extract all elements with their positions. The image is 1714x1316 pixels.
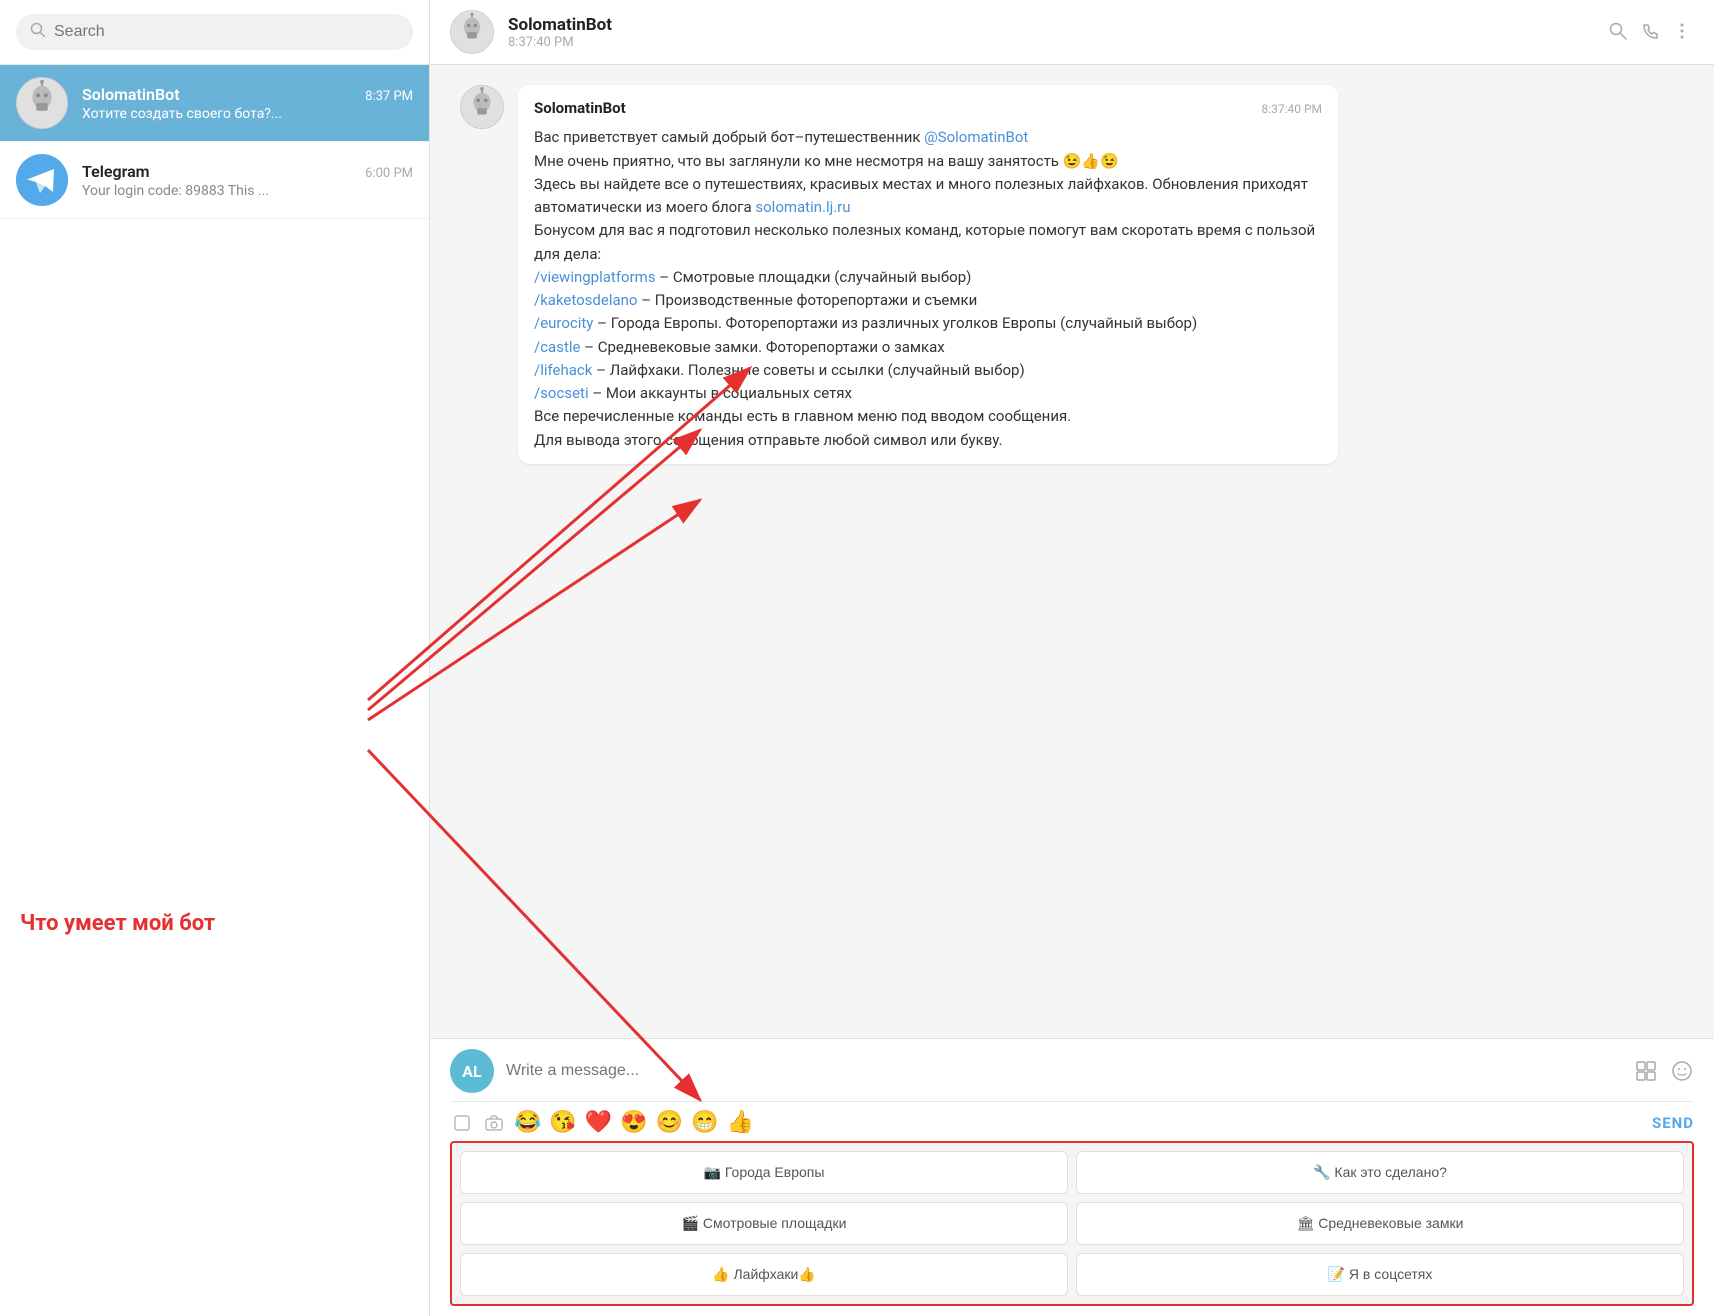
message-sender: SolomatinBot xyxy=(534,97,626,120)
link-solomatinbot[interactable]: @SolomatinBot xyxy=(924,128,1028,146)
chat-header-info: SolomatinBot 8:37:40 PM xyxy=(508,15,612,50)
chat-header-avatar xyxy=(450,10,494,54)
chat-header-actions xyxy=(1608,21,1694,43)
send-button[interactable]: SEND xyxy=(1652,1114,1694,1132)
emoji-kiss[interactable]: 😘 xyxy=(549,1110,576,1135)
message-text: Вас приветствует самый добрый бот–путеше… xyxy=(534,126,1322,452)
keyboard-btn-castle[interactable]: 🏛 Средневековые замки xyxy=(1076,1202,1684,1245)
link-socseti[interactable]: /socseti xyxy=(534,384,589,402)
chat-header-name: SolomatinBot xyxy=(508,15,612,35)
link-castle[interactable]: /castle xyxy=(534,338,580,356)
search-input-wrap[interactable] xyxy=(16,14,413,50)
emoji-love-eyes[interactable]: 😍 xyxy=(620,1110,647,1135)
link-viewingplatforms[interactable]: /viewingplatforms xyxy=(534,268,656,286)
messages-area: SolomatinBot 8:37:40 PM Вас приветствует… xyxy=(430,65,1714,1038)
user-avatar-input: AL xyxy=(450,1049,494,1093)
chat-name-solomatinbot: SolomatinBot xyxy=(82,85,180,104)
keyboard-btn-socseti[interactable]: 📝 Я в соцсетях xyxy=(1076,1253,1684,1296)
chat-preview-solomatinbot: Хотите создать своего бота?... xyxy=(82,106,413,122)
emoji-icon[interactable] xyxy=(1670,1059,1694,1083)
emoji-heart[interactable]: ❤️ xyxy=(585,1110,612,1135)
search-bar xyxy=(0,0,429,65)
input-row: AL xyxy=(450,1049,1694,1102)
attachment-icon[interactable] xyxy=(450,1111,474,1135)
chat-info-telegram: Telegram 6:00 PM Your login code: 89883 … xyxy=(82,162,413,199)
chat-item-telegram[interactable]: Telegram 6:00 PM Your login code: 89883 … xyxy=(0,142,429,219)
chat-name-telegram: Telegram xyxy=(82,162,150,181)
link-lifehack[interactable]: /lifehack xyxy=(534,361,592,379)
grid-icon[interactable] xyxy=(1634,1059,1658,1083)
link-eurocity[interactable]: /eurocity xyxy=(534,314,593,332)
chat-preview-telegram: Your login code: 89883 This ... xyxy=(82,183,413,199)
input-area: AL xyxy=(430,1038,1714,1316)
message-header: SolomatinBot 8:37:40 PM xyxy=(534,97,1322,120)
link-blog[interactable]: solomatin.lj.ru xyxy=(755,198,850,216)
camera-icon[interactable] xyxy=(482,1111,506,1135)
avatar-solomatinbot xyxy=(16,77,68,129)
chat-header-status: 8:37:40 PM xyxy=(508,35,612,50)
search-chat-icon[interactable] xyxy=(1608,21,1630,43)
chat-main: SolomatinBot 8:37:40 PM xyxy=(430,0,1714,1316)
keyboard-btn-eurocity[interactable]: 📷 Города Европы xyxy=(460,1151,1068,1194)
keyboard-btn-kaketosdelano[interactable]: 🔧 Как это сделано? xyxy=(1076,1151,1684,1194)
call-icon[interactable] xyxy=(1640,21,1662,43)
message-row: SolomatinBot 8:37:40 PM Вас приветствует… xyxy=(460,85,1684,464)
chat-list: SolomatinBot 8:37 PM Хотите создать свое… xyxy=(0,65,429,1316)
emoji-laugh[interactable]: 😂 xyxy=(514,1110,541,1135)
chat-info-solomatinbot: SolomatinBot 8:37 PM Хотите создать свое… xyxy=(82,85,413,122)
search-input[interactable] xyxy=(54,23,399,41)
chat-time-solomatinbot: 8:37 PM xyxy=(365,89,413,104)
keyboard-row-3: 👍 Лайфхаки👍 📝 Я в соцсетях xyxy=(460,1253,1684,1296)
menu-icon[interactable] xyxy=(1672,21,1694,43)
emoji-grin[interactable]: 😁 xyxy=(691,1110,718,1135)
keyboard-row-2: 🎬 Смотровые площадки 🏛 Средневековые зам… xyxy=(460,1202,1684,1245)
keyboard-btn-lifehack[interactable]: 👍 Лайфхаки👍 xyxy=(460,1253,1068,1296)
bot-message-bubble: SolomatinBot 8:37:40 PM Вас приветствует… xyxy=(518,85,1338,464)
chat-item-solomatinbot[interactable]: SolomatinBot 8:37 PM Хотите создать свое… xyxy=(0,65,429,142)
chat-header: SolomatinBot 8:37:40 PM xyxy=(430,0,1714,65)
link-kaketosdelano[interactable]: /kaketosdelano xyxy=(534,291,637,309)
avatar-telegram xyxy=(16,154,68,206)
chat-time-telegram: 6:00 PM xyxy=(365,166,413,181)
message-input[interactable] xyxy=(506,1062,1622,1080)
sidebar: SolomatinBot 8:37 PM Хотите создать свое… xyxy=(0,0,430,1316)
input-icons xyxy=(1634,1059,1694,1083)
emoji-thumbsup[interactable]: 👍 xyxy=(726,1110,753,1135)
emoji-set: 😂 😘 ❤️ 😍 😊 😁 👍 xyxy=(450,1110,754,1135)
keyboard-row-1: 📷 Города Европы 🔧 Как это сделано? xyxy=(460,1151,1684,1194)
keyboard-btn-viewingplatforms[interactable]: 🎬 Смотровые площадки xyxy=(460,1202,1068,1245)
search-icon xyxy=(30,22,46,42)
message-time: 8:37:40 PM xyxy=(1261,100,1322,119)
emoji-send-row: 😂 😘 ❤️ 😍 😊 😁 👍 SEND xyxy=(450,1102,1694,1135)
bot-message-avatar xyxy=(460,85,504,129)
emoji-smile[interactable]: 😊 xyxy=(656,1110,683,1135)
bot-keyboard: 📷 Города Европы 🔧 Как это сделано? 🎬 Смо… xyxy=(450,1141,1694,1306)
